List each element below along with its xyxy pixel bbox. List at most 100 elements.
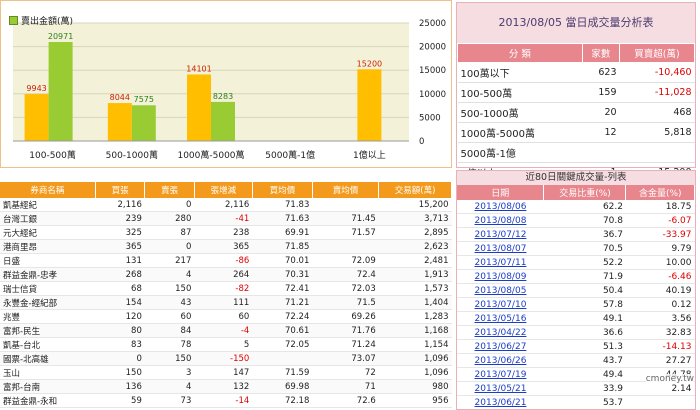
broker-amt: 1,168 — [378, 323, 452, 338]
recent-date-link[interactable]: 2013/04/22 — [475, 328, 527, 338]
broker-buy: 268 — [95, 267, 145, 282]
y-tick-label: 10000 — [419, 90, 446, 100]
volume-bar-chart: 25000 20000 15000 10000 5000 0 9943 20971 100-50… — [0, 0, 452, 168]
recent-row: 2013/04/22 36.6 32.83 — [457, 325, 695, 340]
recent-row: 2013/08/06 62.2 18.75 — [457, 200, 695, 214]
recent-date-link[interactable]: 2013/06/27 — [475, 342, 527, 352]
bar-value-label: 15200 — [357, 59, 382, 68]
broker-diff: -82 — [194, 281, 253, 296]
y-tick-label: 25000 — [419, 19, 446, 29]
broker-name: 凱基-台北 — [0, 337, 96, 352]
broker-buy: 83 — [95, 337, 145, 352]
broker-sell: 0 — [144, 198, 195, 212]
recent-date-link[interactable]: 2013/07/10 — [475, 300, 527, 310]
recent-date-cell: 2013/06/21 — [457, 395, 544, 409]
broker-name: 港商里昂 — [0, 239, 96, 254]
recent-date-cell: 2013/08/08 — [457, 213, 544, 228]
summary-row: 5000萬-1億 — [457, 142, 695, 163]
broker-savg: 72.09 — [312, 253, 379, 268]
broker-buy: 154 — [95, 295, 145, 310]
broker-row: 凱基經紀 2,116 0 2,116 71.83 15,200 — [0, 198, 452, 212]
broker-bavg: 72.24 — [252, 309, 313, 324]
recent-date-link[interactable]: 2013/07/11 — [475, 258, 527, 268]
broker-diff: 238 — [194, 225, 253, 240]
recent-date-cell: 2013/08/07 — [457, 241, 544, 256]
recent-date-link[interactable]: 2013/06/26 — [475, 356, 527, 366]
broker-diff: -150 — [194, 351, 253, 366]
broker-row: 兆豐 120 60 60 72.24 69.26 1,283 — [0, 309, 452, 324]
recent-date-link[interactable]: 2013/08/05 — [475, 286, 527, 296]
broker-name: 兆豐 — [0, 309, 96, 324]
recent-gold: 18.75 — [625, 200, 695, 214]
summary-count — [582, 142, 620, 163]
summary-net: 468 — [619, 102, 695, 123]
broker-sell: 150 — [144, 351, 195, 366]
broker-bavg: 70.01 — [252, 253, 313, 268]
recent-ratio: 51.3 — [543, 339, 626, 354]
broker-row: 日盛 131 217 -86 70.01 72.09 2,481 — [0, 253, 452, 268]
recent-date-link[interactable]: 2013/07/19 — [475, 370, 527, 380]
recent-date-link[interactable]: 2013/06/21 — [475, 398, 527, 408]
broker-row: 台灣工銀 239 280 -41 71.63 71.45 3,713 — [0, 211, 452, 226]
broker-row: 凱基-台北 83 78 5 72.05 71.24 1,154 — [0, 337, 452, 352]
broker-name: 玉山 — [0, 365, 96, 380]
y-tick-label: 15000 — [419, 66, 446, 76]
legend-swatch — [9, 16, 18, 25]
bar-value-label: 20971 — [48, 32, 73, 41]
recent-ratio: 70.8 — [543, 213, 626, 228]
y-tick-label: 0 — [419, 137, 424, 147]
recent-date-link[interactable]: 2013/08/08 — [475, 216, 527, 226]
broker-row: 富邦-民生 80 84 -4 70.61 71.76 1,168 — [0, 323, 452, 338]
broker-bavg: 71.59 — [252, 365, 313, 380]
recent-date-link[interactable]: 2013/05/21 — [475, 384, 527, 394]
broker-bavg: 69.91 — [252, 225, 313, 240]
broker-amt: 1,096 — [378, 351, 452, 366]
recent-row: 2013/08/07 70.5 9.79 — [457, 241, 695, 256]
broker-sell: 3 — [144, 365, 195, 380]
recent-row: 2013/07/10 57.8 0.12 — [457, 297, 695, 312]
recent-ratio: 33.9 — [543, 381, 626, 396]
summary-count: 623 — [582, 62, 620, 83]
x-tick-label: 1000萬-5000萬 — [177, 149, 244, 161]
y-tick-label: 20000 — [419, 43, 446, 53]
recent-date-link[interactable]: 2013/07/12 — [475, 230, 527, 240]
summary-row: 100-500萬 159 -11,028 — [457, 82, 695, 103]
x-tick-label: 1億以上 — [353, 149, 386, 161]
bar-value-label: 9943 — [26, 84, 46, 93]
broker-savg: 71.76 — [312, 323, 379, 338]
broker-name: 富邦-台南 — [0, 379, 96, 394]
broker-sell: 150 — [144, 281, 195, 296]
broker-sell: 4 — [144, 379, 195, 394]
recent-gold: 3.56 — [625, 311, 695, 326]
broker-name: 國票-北高雄 — [0, 351, 96, 366]
broker-diff: 111 — [194, 295, 253, 310]
broker-row: 元大經紀 325 87 238 69.91 71.57 2,895 — [0, 225, 452, 240]
broker-bavg — [252, 351, 313, 366]
broker-diff: -86 — [194, 253, 253, 268]
broker-amt: 15,200 — [378, 198, 452, 212]
broker-savg — [312, 198, 379, 212]
broker-savg: 72.4 — [312, 267, 379, 282]
recent-date-cell: 2013/08/06 — [457, 200, 544, 214]
recent-date-cell: 2013/06/26 — [457, 353, 544, 368]
broker-sell: 0 — [144, 239, 195, 254]
summary-category: 100-500萬 — [457, 82, 583, 103]
bar-sell — [211, 101, 235, 141]
recent-date-link[interactable]: 2013/05/16 — [475, 314, 527, 324]
x-tick-label: 500-1000萬 — [106, 149, 158, 161]
broker-bavg: 70.31 — [252, 267, 313, 282]
recent-date-link[interactable]: 2013/08/06 — [475, 202, 527, 212]
legend-label: 賣出金額(萬) — [21, 17, 74, 27]
bar-sell — [131, 105, 156, 141]
broker-savg: 72.03 — [312, 281, 379, 296]
x-tick-label: 100-500萬 — [29, 149, 76, 161]
recent-date-cell: 2013/07/10 — [457, 297, 544, 312]
broker-buy: 239 — [95, 211, 145, 226]
recent-gold: 0.12 — [625, 297, 695, 312]
summary-net — [619, 142, 695, 163]
recent-date-link[interactable]: 2013/08/09 — [475, 272, 527, 282]
broker-savg: 71.5 — [312, 295, 379, 310]
recent-date-link[interactable]: 2013/08/07 — [475, 244, 527, 254]
y-tick-label: 5000 — [419, 113, 441, 123]
broker-row: 群益金鼎-永和 59 73 -14 72.18 72.6 956 — [0, 393, 452, 408]
